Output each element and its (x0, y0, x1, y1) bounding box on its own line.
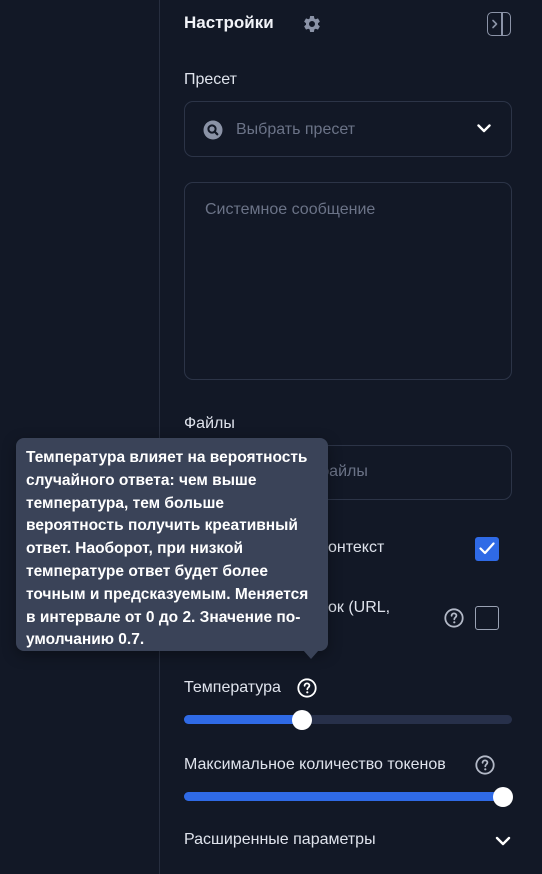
temperature-tooltip: Температура влияет на вероятность случай… (16, 438, 328, 659)
tooltip-text: Температура влияет на вероятность случай… (26, 449, 309, 649)
chevron-right-icon (492, 19, 498, 29)
max-tokens-label: Максимальное количество токенов (184, 756, 446, 773)
max-tokens-slider[interactable] (184, 786, 513, 807)
temperature-slider[interactable] (184, 709, 512, 730)
main-area (0, 0, 159, 874)
help-icon[interactable] (297, 678, 317, 698)
sidebar-collapse-icon (501, 13, 503, 35)
temperature-slider-fill (184, 715, 303, 724)
search-icon (203, 120, 223, 140)
temperature-label: Температура (184, 679, 281, 696)
checkmark-icon (479, 542, 495, 555)
preset-label: Пресет (184, 71, 237, 88)
help-icon[interactable] (475, 755, 495, 775)
help-icon[interactable] (444, 608, 464, 628)
advanced-params-toggle[interactable]: Расширенные параметры (184, 831, 376, 849)
system-message-box (184, 182, 512, 380)
links-checkbox[interactable] (475, 606, 499, 630)
gear-icon[interactable] (302, 14, 322, 34)
links-option-label: ок (URL, (328, 599, 391, 616)
temperature-slider-thumb[interactable] (292, 709, 313, 730)
chevron-down-icon (477, 124, 491, 133)
max-tokens-slider-fill (184, 792, 503, 801)
context-option-label: онтекст (328, 539, 385, 556)
tooltip-arrow (303, 650, 319, 659)
context-checkbox[interactable] (475, 537, 499, 561)
system-message-input[interactable] (185, 183, 511, 379)
chevron-down-icon[interactable] (495, 836, 511, 846)
sidebar-collapse-button[interactable] (487, 12, 511, 36)
preset-select[interactable]: Выбрать пресет (184, 101, 512, 157)
max-tokens-slider-thumb[interactable] (493, 786, 513, 807)
files-label: Файлы (184, 415, 235, 432)
panel-title: Настройки (184, 13, 274, 32)
app-root: Настройки Пресет Выбрать пресет Файлы фа… (0, 0, 542, 874)
preset-placeholder: Выбрать пресет (236, 121, 356, 138)
